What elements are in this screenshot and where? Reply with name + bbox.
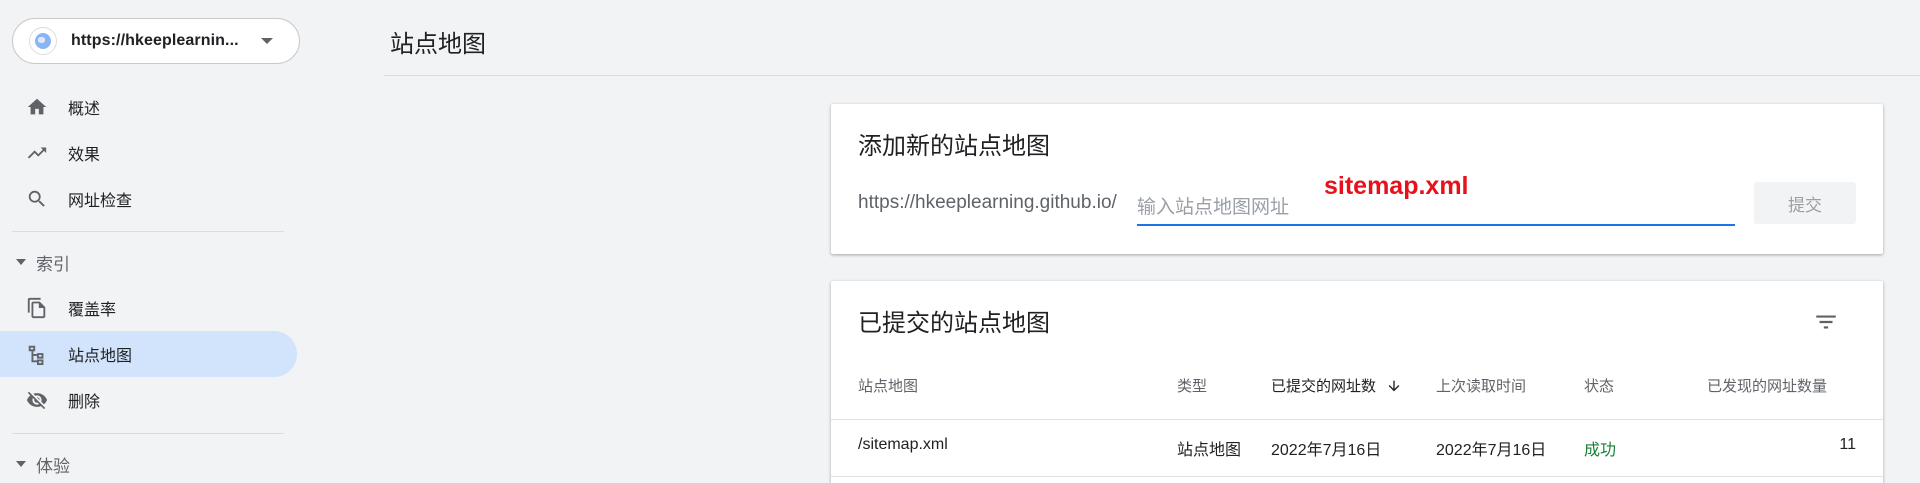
sidebar-section-experience[interactable]: 体验 — [0, 444, 70, 483]
sidebar-item-coverage[interactable]: 覆盖率 — [0, 285, 297, 331]
add-sitemap-card: 添加新的站点地图 https://hkeeplearning.github.io… — [831, 104, 1883, 254]
sidebar-item-label: 覆盖率 — [68, 302, 117, 319]
search-icon — [26, 188, 48, 210]
cell-last-read: 2022年7月16日 — [1436, 442, 1547, 459]
copy-icon — [26, 297, 48, 319]
column-header-discovered[interactable]: 已发现的网址数量 — [1707, 375, 1827, 396]
sidebar-divider — [12, 231, 284, 232]
sidebar-section-label: 索引 — [36, 254, 70, 274]
sidebar-section-label: 体验 — [36, 456, 70, 476]
home-icon — [26, 96, 48, 118]
sidebar-item-performance[interactable]: 效果 — [0, 130, 297, 176]
url-prefix: https://hkeeplearning.github.io/ — [858, 192, 1117, 213]
submitted-sitemaps-title: 已提交的站点地图 — [858, 310, 1050, 337]
caret-down-icon — [16, 461, 26, 467]
sidebar-item-label: 删除 — [68, 394, 101, 411]
sidebar-item-overview[interactable]: 概述 — [0, 84, 297, 130]
table-row-divider — [831, 476, 1883, 477]
sidebar-item-label: 网址检查 — [68, 193, 133, 210]
sidebar-divider — [12, 433, 284, 434]
page-title: 站点地图 — [390, 31, 486, 58]
sidebar-item-url-inspection[interactable]: 网址检查 — [0, 176, 297, 222]
arrow-down-icon — [1386, 378, 1402, 398]
column-header-last-read[interactable]: 上次读取时间 — [1436, 375, 1526, 396]
cell-discovered: 11 — [1839, 436, 1856, 453]
sidebar-item-label: 站点地图 — [68, 348, 133, 365]
header-divider — [384, 75, 1920, 76]
sidebar-item-sitemaps[interactable]: 站点地图 — [0, 331, 297, 377]
sidebar: https://hkeeplearnin... 概述 效果 网址检查 索引 覆盖… — [0, 0, 300, 483]
submitted-sitemaps-card: 已提交的站点地图 站点地图 类型 已提交的网址数 上次读取时间 状态 已发现的网… — [831, 281, 1883, 483]
submit-button[interactable]: 提交 — [1754, 182, 1856, 224]
column-header-sitemap[interactable]: 站点地图 — [858, 375, 918, 396]
caret-down-icon — [16, 259, 26, 265]
search-console-sitemaps-page: https://hkeeplearnin... 概述 效果 网址检查 索引 覆盖… — [0, 0, 1920, 483]
cell-sitemap[interactable]: /sitemap.xml — [858, 436, 948, 454]
trending-up-icon — [26, 142, 48, 164]
sitemap-icon — [26, 343, 48, 365]
dropdown-arrow-icon — [261, 38, 273, 44]
column-header-type[interactable]: 类型 — [1177, 375, 1207, 396]
annotation-text: sitemap.xml — [1324, 172, 1469, 200]
column-header-label: 已提交的网址数 — [1271, 378, 1377, 395]
property-url: https://hkeeplearnin... — [71, 32, 239, 49]
property-selector[interactable]: https://hkeeplearnin... — [12, 18, 300, 64]
visibility-off-icon — [26, 389, 48, 411]
cell-type: 站点地图 — [1177, 442, 1242, 459]
globe-icon — [29, 27, 57, 55]
sidebar-item-label: 效果 — [68, 147, 101, 164]
sidebar-section-index[interactable]: 索引 — [0, 242, 70, 282]
table-header-divider — [831, 419, 1883, 420]
cell-status: 成功 — [1584, 442, 1617, 459]
column-header-submitted[interactable]: 已提交的网址数 — [1271, 375, 1402, 398]
add-sitemap-title: 添加新的站点地图 — [858, 133, 1050, 160]
cell-submitted: 2022年7月16日 — [1271, 442, 1382, 459]
column-header-status[interactable]: 状态 — [1584, 375, 1614, 396]
sidebar-item-removals[interactable]: 删除 — [0, 377, 297, 423]
sidebar-item-label: 概述 — [68, 101, 101, 118]
filter-icon[interactable] — [1813, 309, 1839, 335]
